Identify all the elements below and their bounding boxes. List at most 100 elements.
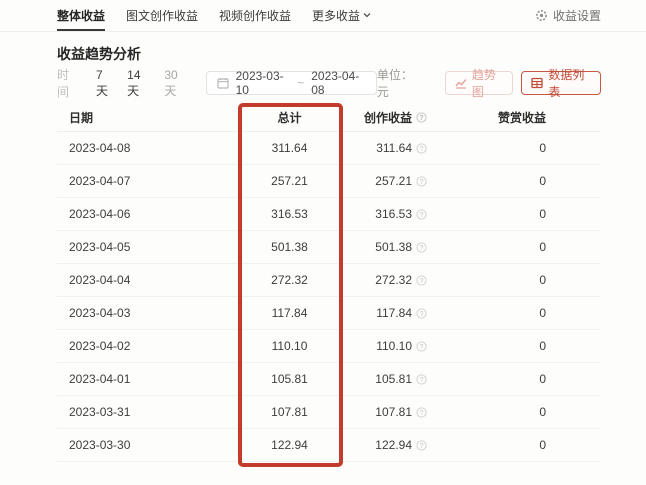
cell-creation-value: 311.64 <box>376 141 412 155</box>
calendar-icon <box>217 77 229 89</box>
table-row: 2023-04-07 257.21 257.21 ? 0 <box>57 165 601 198</box>
table-row: 2023-03-30 122.94 122.94 ? 0 <box>57 429 601 462</box>
tab-label: 更多收益 <box>312 7 360 24</box>
trend-chart-view-button[interactable]: 趋势图 <box>445 71 514 95</box>
date-end-value: 2023-04-08 <box>311 69 366 97</box>
data-list-icon <box>531 77 543 89</box>
cell-total: 257.21 <box>237 174 342 188</box>
svg-text:?: ? <box>420 310 424 317</box>
cell-total: 107.81 <box>237 405 342 419</box>
cell-reward: 0 <box>427 273 601 287</box>
cell-reward: 0 <box>427 141 601 155</box>
cell-creation-value: 257.21 <box>375 174 412 188</box>
cell-creation-value: 316.53 <box>375 207 412 221</box>
cell-total: 122.94 <box>237 438 342 452</box>
svg-text:?: ? <box>420 244 424 251</box>
question-circle-icon[interactable]: ? <box>416 112 427 123</box>
cell-date: 2023-04-03 <box>57 306 237 320</box>
cell-date: 2023-04-02 <box>57 339 237 353</box>
info-circle-icon[interactable]: ? <box>416 143 427 154</box>
cell-reward: 0 <box>427 306 601 320</box>
header-date: 日期 <box>57 109 237 126</box>
svg-text:?: ? <box>420 178 424 185</box>
cell-total: 105.81 <box>237 372 342 386</box>
table-row: 2023-04-05 501.38 501.38 ? 0 <box>57 231 601 264</box>
range-7-days[interactable]: 7天 <box>96 68 113 99</box>
date-separator: ~ <box>297 76 304 90</box>
info-circle-icon[interactable]: ? <box>416 374 427 385</box>
svg-text:?: ? <box>420 145 424 152</box>
table-row: 2023-04-01 105.81 105.81 ? 0 <box>57 363 601 396</box>
cell-creation: 501.38 ? <box>342 240 427 254</box>
info-circle-icon[interactable]: ? <box>416 440 427 451</box>
tab-label: 视频创作收益 <box>219 7 291 24</box>
chevron-down-icon <box>363 11 371 19</box>
info-circle-icon[interactable]: ? <box>416 176 427 187</box>
table-body: 2023-04-08 311.64 311.64 ? 0 2023-04-07 … <box>57 132 601 462</box>
header-creation-label: 创作收益 <box>364 109 412 126</box>
header-reward: 赞赏收益 <box>427 109 601 126</box>
data-list-label: 数据列表 <box>548 66 591 100</box>
cell-date: 2023-04-01 <box>57 372 237 386</box>
cell-reward: 0 <box>427 438 601 452</box>
cell-date: 2023-03-30 <box>57 438 237 452</box>
cell-total: 272.32 <box>237 273 342 287</box>
table-row: 2023-03-31 107.81 107.81 ? 0 <box>57 396 601 429</box>
page-title: 收益趋势分析 <box>57 45 646 63</box>
cell-creation-value: 107.81 <box>375 405 412 419</box>
cell-date: 2023-03-31 <box>57 405 237 419</box>
tab-video-income[interactable]: 视频创作收益 <box>219 0 291 31</box>
tab-overall-income[interactable]: 整体收益 <box>57 0 105 31</box>
range-30-days[interactable]: 30天 <box>164 68 187 99</box>
cell-reward: 0 <box>427 174 601 188</box>
svg-text:?: ? <box>420 211 424 218</box>
tab-list: 整体收益 图文创作收益 视频创作收益 更多收益 <box>57 0 535 31</box>
date-start-value: 2023-03-10 <box>236 69 291 97</box>
svg-text:?: ? <box>419 115 423 122</box>
date-range-picker[interactable]: 2023-03-10 ~ 2023-04-08 <box>206 71 377 95</box>
info-circle-icon[interactable]: ? <box>416 209 427 220</box>
cell-creation-value: 272.32 <box>375 273 412 287</box>
cell-creation-value: 105.81 <box>375 372 412 386</box>
cell-creation-value: 110.10 <box>376 339 412 353</box>
cell-reward: 0 <box>427 405 601 419</box>
table-row: 2023-04-04 272.32 272.32 ? 0 <box>57 264 601 297</box>
cell-reward: 0 <box>427 372 601 386</box>
info-circle-icon[interactable]: ? <box>416 275 427 286</box>
svg-text:?: ? <box>420 442 424 449</box>
tab-label: 整体收益 <box>57 7 105 24</box>
filter-row: 时间 7天 14天 30天 2023-03-10 ~ 2023-04-08 单位… <box>0 71 646 95</box>
tab-more-income[interactable]: 更多收益 <box>312 0 371 31</box>
svg-text:?: ? <box>420 409 424 416</box>
info-circle-icon[interactable]: ? <box>416 407 427 418</box>
table-header-row: 日期 总计 创作收益 ? 赞赏收益 <box>57 104 601 132</box>
cell-creation: 316.53 ? <box>342 207 427 221</box>
info-circle-icon[interactable]: ? <box>416 308 427 319</box>
cell-total: 110.10 <box>237 339 342 353</box>
cell-total: 311.64 <box>237 141 342 155</box>
gear-icon <box>535 9 548 22</box>
income-settings-button[interactable]: 收益设置 <box>535 0 601 31</box>
tab-article-income[interactable]: 图文创作收益 <box>126 0 198 31</box>
info-circle-icon[interactable]: ? <box>416 341 427 352</box>
cell-creation: 272.32 ? <box>342 273 427 287</box>
cell-creation: 311.64 ? <box>342 141 427 155</box>
header-total: 总计 <box>237 109 342 126</box>
cell-date: 2023-04-05 <box>57 240 237 254</box>
range-14-days[interactable]: 14天 <box>127 68 150 99</box>
cell-date: 2023-04-08 <box>57 141 237 155</box>
cell-creation: 257.21 ? <box>342 174 427 188</box>
info-circle-icon[interactable]: ? <box>416 242 427 253</box>
data-list-view-button[interactable]: 数据列表 <box>521 71 601 95</box>
cell-date: 2023-04-06 <box>57 207 237 221</box>
cell-total: 316.53 <box>237 207 342 221</box>
cell-creation-value: 501.38 <box>375 240 412 254</box>
settings-label: 收益设置 <box>553 7 601 24</box>
cell-total: 501.38 <box>237 240 342 254</box>
cell-creation: 122.94 ? <box>342 438 427 452</box>
trend-chart-icon <box>455 77 467 89</box>
unit-label: 单位：元 <box>377 66 421 100</box>
cell-reward: 0 <box>427 207 601 221</box>
svg-text:?: ? <box>420 343 424 350</box>
table-row: 2023-04-08 311.64 311.64 ? 0 <box>57 132 601 165</box>
